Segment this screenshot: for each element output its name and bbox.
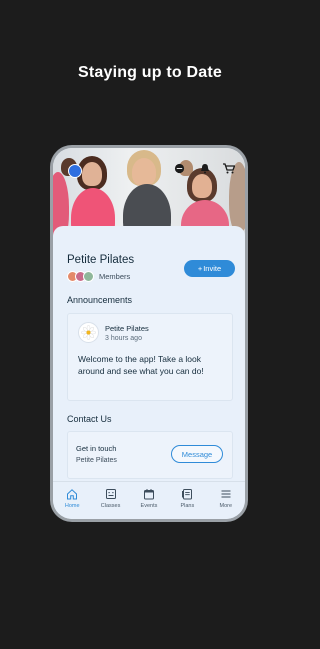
tab-classes[interactable]: Classes: [94, 488, 128, 509]
tab-label: More: [219, 503, 233, 509]
tab-label: Classes: [100, 503, 121, 509]
contact-heading: Get in touch: [76, 444, 117, 453]
bottom-tab-bar: Home Classes Events Plans More: [53, 481, 245, 519]
phone-frame: Petite Pilates Members + Invite Announce…: [50, 145, 248, 522]
cart-icon[interactable]: [223, 162, 235, 174]
plus-icon: +: [197, 264, 203, 273]
bell-icon[interactable]: [199, 162, 211, 174]
chat-icon[interactable]: [173, 162, 185, 174]
tab-plans[interactable]: Plans: [170, 488, 204, 509]
contact-title: Contact Us: [67, 414, 112, 424]
tab-home[interactable]: Home: [55, 488, 89, 509]
announcements-title: Announcements: [67, 295, 133, 305]
calendar-icon: [143, 489, 154, 500]
post-text: Welcome to the app! Take a look around a…: [78, 354, 204, 377]
tab-label: Home: [64, 503, 80, 509]
home-icon: [67, 489, 78, 500]
post-author: Petite Pilates: [105, 324, 149, 333]
tab-more[interactable]: More: [209, 488, 243, 509]
message-button[interactable]: Message: [171, 445, 223, 463]
contact-card: Get in touch Petite Pilates Message: [67, 431, 233, 479]
announcement-post[interactable]: Petite Pilates 3 hours ago Welcome to th…: [67, 313, 233, 401]
tab-label: Plans: [180, 503, 195, 509]
daisy-logo-icon: [78, 322, 99, 343]
invite-label: Invite: [203, 264, 222, 273]
tab-events[interactable]: Events: [132, 488, 166, 509]
invite-button[interactable]: + Invite: [184, 260, 235, 277]
tab-label: Events: [140, 503, 158, 509]
plans-icon: [182, 489, 193, 500]
group-name: Petite Pilates: [67, 254, 135, 266]
cover-photo: [53, 148, 245, 238]
members-label: Members: [99, 272, 131, 281]
post-time: 3 hours ago: [105, 335, 142, 342]
contact-name: Petite Pilates: [76, 457, 117, 464]
page-headline: Staying up to Date: [77, 64, 223, 81]
menu-icon: [221, 490, 231, 498]
app-screen: Petite Pilates Members + Invite Announce…: [53, 148, 245, 519]
member-avatar: [83, 271, 94, 282]
profile-avatar[interactable]: [68, 164, 82, 178]
classes-icon: [105, 489, 116, 499]
members-row[interactable]: Members: [67, 271, 130, 282]
group-card: Petite Pilates Members + Invite Announce…: [53, 226, 245, 481]
